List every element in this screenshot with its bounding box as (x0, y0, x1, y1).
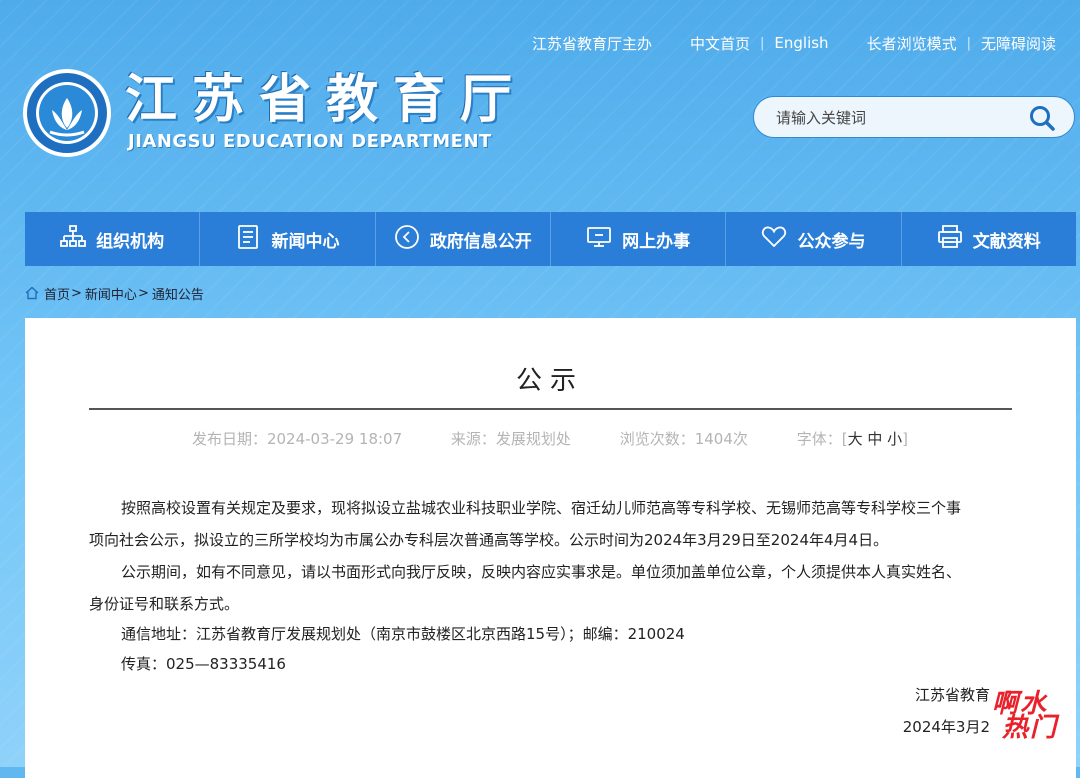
nav-label: 新闻中心 (271, 231, 340, 252)
nav-item-documents[interactable]: 文献资料 (902, 212, 1076, 266)
search-input[interactable] (774, 97, 1018, 139)
title-divider (89, 408, 1012, 410)
signer: 江苏省教育 (914, 686, 990, 704)
nav-label: 公众参与 (797, 231, 866, 252)
nav-item-organization[interactable]: 组织机构 (25, 212, 201, 266)
contact-address: 通信地址：江苏省教育厅发展规划处（南京市鼓楼区北京西路15号）；邮编：21002… (121, 625, 685, 643)
main-nav: 组织机构 新闻中心 政府信息公开 网上办事 公众参与 文献资料 (25, 212, 1076, 266)
paragraph-1-line-1: 按照高校设置有关规定及要求，现将拟设立盐城农业科技职业学院、宿迁幼儿师范高等专科… (121, 499, 962, 517)
chinese-home-link[interactable]: 中文首页 (680, 33, 760, 54)
printer-icon (937, 224, 963, 255)
watermark-logo: 啊水 热门 (988, 683, 1068, 743)
breadcrumb-separator: > (71, 285, 82, 301)
nav-item-gov-info[interactable]: 政府信息公开 (376, 212, 551, 266)
link-divider: | (760, 35, 765, 51)
paragraph-1-line-2: 项向社会公示，拟设立的三所学校均为市属公办专科层次普通高等学校。公示时间为202… (89, 531, 889, 549)
breadcrumb-news[interactable]: 新闻中心 (85, 284, 137, 303)
org-chart-icon (60, 224, 87, 255)
font-label: 字体： (796, 430, 842, 448)
site-title: 江苏省教育厅 (125, 70, 528, 130)
paragraph-2-line-2: 身份证号和联系方式。 (89, 595, 240, 613)
paragraph-2-line-1: 公示期间，如有不同意见，请以书面形式向我厅反映，反映内容应实事求是。单位须加盖单… (121, 563, 962, 581)
font-small-button[interactable]: 小 (887, 430, 902, 448)
accessible-mode-link[interactable]: 无障碍阅读 (971, 33, 1066, 54)
article-title: 公示 (515, 366, 584, 396)
nav-item-online-service[interactable]: 网上办事 (551, 212, 727, 266)
home-icon (25, 286, 39, 300)
font-big-button[interactable]: 大 (848, 430, 863, 448)
nav-label: 网上办事 (622, 231, 691, 252)
nav-label: 政府信息公开 (429, 231, 532, 252)
nav-item-news[interactable]: 新闻中心 (200, 212, 376, 266)
link-divider: | (966, 35, 971, 51)
font-size-switcher: 字体：[大 中 小] (796, 430, 909, 448)
contact-fax: 传真：025—83335416 (121, 655, 286, 673)
watermark-line-2: 热门 (1002, 713, 1059, 743)
document-icon (235, 224, 261, 255)
nav-label: 组织机构 (96, 231, 165, 252)
view-count: 浏览次数：1404次 (619, 430, 748, 448)
department-emblem-icon[interactable] (22, 68, 112, 158)
monitor-icon (586, 224, 612, 255)
breadcrumb-home[interactable]: 首页 (44, 284, 70, 303)
publish-date: 发布日期：2024-03-29 18:07 (191, 430, 403, 448)
font-mid-button[interactable]: 中 (867, 430, 882, 448)
sign-date: 2024年3月2 (902, 718, 990, 736)
search-box (753, 96, 1075, 139)
breadcrumb-separator: > (137, 285, 149, 301)
site-subtitle: JIANGSU EDUCATION DEPARTMENT (128, 131, 492, 152)
heart-icon (761, 224, 787, 255)
breadcrumb-notice[interactable]: 通知公告 (152, 284, 204, 303)
top-links: 江苏省教育厅主办 中文首页 | English 长者浏览模式 | 无障碍阅读 (522, 31, 1066, 55)
nav-label: 文献资料 (972, 231, 1041, 252)
elder-mode-link[interactable]: 长者浏览模式 (857, 33, 967, 54)
article-meta: 发布日期：2024-03-29 18:07 来源：发展规划处 浏览次数：1404… (0, 428, 1080, 449)
breadcrumb: 首页 > 新闻中心 > 通知公告 (25, 283, 204, 303)
nav-item-public-participation[interactable]: 公众参与 (726, 212, 902, 266)
english-link[interactable]: English (764, 34, 838, 52)
compass-icon (394, 224, 420, 255)
sponsor-text: 江苏省教育厅主办 (531, 34, 652, 53)
search-icon[interactable] (1028, 104, 1056, 132)
article-source: 来源：发展规划处 (450, 430, 571, 448)
